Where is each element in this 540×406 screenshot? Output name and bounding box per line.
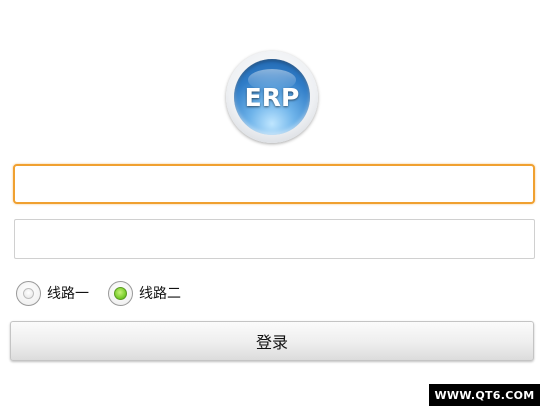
- erp-logo-icon: ERP: [226, 51, 318, 143]
- radio-button-selected-icon[interactable]: [108, 280, 133, 306]
- route-option-1-label[interactable]: 线路一: [47, 283, 89, 303]
- route-radio-group: 线路一 线路二: [16, 278, 181, 308]
- route-option-1[interactable]: 线路一: [16, 280, 89, 306]
- username-input[interactable]: [13, 164, 535, 204]
- login-screen: ERP 线路一 线路二 登录 WWW.QT6.COM: [0, 0, 540, 406]
- route-option-2[interactable]: 线路二: [108, 280, 181, 306]
- radio-dot-selected-icon: [114, 286, 127, 300]
- site-watermark: WWW.QT6.COM: [429, 384, 540, 406]
- radio-dot-icon: [23, 287, 34, 299]
- logo-gloss: [248, 69, 296, 91]
- password-input[interactable]: [14, 219, 535, 259]
- radio-button-icon[interactable]: [16, 280, 41, 306]
- logo-badge: ERP: [234, 59, 310, 135]
- route-option-2-label[interactable]: 线路二: [139, 283, 181, 303]
- login-button[interactable]: 登录: [10, 321, 534, 361]
